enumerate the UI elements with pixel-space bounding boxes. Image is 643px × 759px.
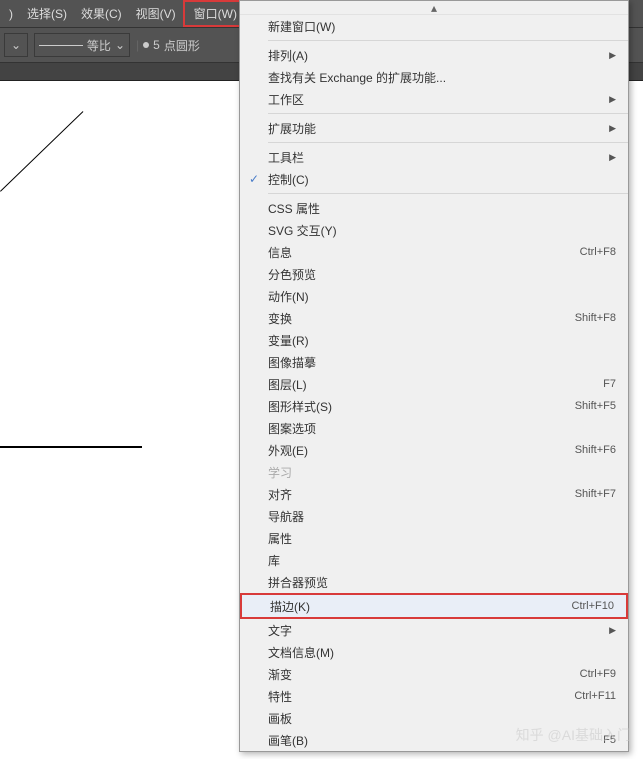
menu-item-info[interactable]: 信息Ctrl+F8 (240, 241, 628, 263)
window-dropdown-menu: ▴ 新建窗口(W) 排列(A)▶ 查找有关 Exchange 的扩展功能... … (239, 0, 629, 752)
menu-item-layers[interactable]: 图层(L)F7 (240, 373, 628, 395)
menu-item-attributes[interactable]: 属性 (240, 527, 628, 549)
menu-item-variables[interactable]: 变量(R) (240, 329, 628, 351)
menu-item-arrange[interactable]: 排列(A)▶ (240, 44, 628, 66)
menu-item-control[interactable]: ✓控制(C) (240, 168, 628, 190)
menu-item-svg-interact[interactable]: SVG 交互(Y) (240, 219, 628, 241)
menubar-item-select[interactable]: 选择(S) (20, 1, 74, 26)
brush-preset[interactable]: | 5 点圆形 (136, 37, 200, 54)
menu-item-new-window[interactable]: 新建窗口(W) (240, 15, 628, 37)
menu-item-exchange[interactable]: 查找有关 Exchange 的扩展功能... (240, 66, 628, 88)
menu-item-flattener[interactable]: 拼合器预览 (240, 571, 628, 593)
menu-item-magic-wand[interactable]: 特性Ctrl+F11 (240, 685, 628, 707)
menu-separator (268, 40, 628, 41)
horizontal-path[interactable] (0, 446, 142, 448)
menu-separator (268, 113, 628, 114)
menu-item-libraries[interactable]: 库 (240, 549, 628, 571)
menu-item-appearance[interactable]: 外观(E)Shift+F6 (240, 439, 628, 461)
submenu-arrow-icon: ▶ (604, 94, 616, 105)
divider: | (136, 38, 139, 52)
stroke-profile-dropdown[interactable]: 等比 ⌄ (34, 33, 130, 57)
menu-item-gradient[interactable]: 渐变Ctrl+F9 (240, 663, 628, 685)
menu-item-toolbar[interactable]: 工具栏▶ (240, 146, 628, 168)
menu-item-workspace[interactable]: 工作区▶ (240, 88, 628, 110)
menu-item-navigator[interactable]: 导航器 (240, 505, 628, 527)
menu-item-doc-info[interactable]: 文档信息(M) (240, 641, 628, 663)
menu-item-image-trace[interactable]: 图像描摹 (240, 351, 628, 373)
menu-separator (268, 193, 628, 194)
toolbar-dropdown-1[interactable]: ⌄ (4, 33, 28, 57)
menu-scroll-up[interactable]: ▴ (240, 1, 628, 15)
menu-separator (268, 142, 628, 143)
menu-item-sep-preview[interactable]: 分色预览 (240, 263, 628, 285)
chevron-down-icon: ⌄ (11, 38, 21, 52)
submenu-arrow-icon: ▶ (604, 123, 616, 134)
menubar-item-view[interactable]: 视图(V) (129, 1, 183, 26)
menu-item-type[interactable]: 文字▶ (240, 619, 628, 641)
stroke-ratio-label: 等比 (87, 37, 111, 54)
menu-item-transform[interactable]: 变换Shift+F8 (240, 307, 628, 329)
menu-item-extensions[interactable]: 扩展功能▶ (240, 117, 628, 139)
check-icon: ✓ (240, 172, 268, 186)
triangle-up-icon: ▴ (431, 1, 437, 15)
menu-item-align[interactable]: 对齐Shift+F7 (240, 483, 628, 505)
menubar-item-partial[interactable]: ) (2, 3, 20, 25)
submenu-arrow-icon: ▶ (604, 625, 616, 636)
dot-icon (143, 42, 149, 48)
watermark: 知乎 @AI基础入门 (516, 725, 631, 745)
diagonal-path[interactable] (0, 113, 84, 193)
pt-value: 5 (153, 38, 160, 52)
menu-item-pattern-opts[interactable]: 图案选项 (240, 417, 628, 439)
stroke-line-icon (39, 45, 83, 46)
menu-item-css-props[interactable]: CSS 属性 (240, 197, 628, 219)
menubar-item-effect[interactable]: 效果(C) (74, 1, 129, 26)
menu-item-graphic-styles[interactable]: 图形样式(S)Shift+F5 (240, 395, 628, 417)
menu-item-actions[interactable]: 动作(N) (240, 285, 628, 307)
chevron-down-icon: ⌄ (115, 38, 125, 52)
pt-label: 点圆形 (164, 37, 200, 54)
submenu-arrow-icon: ▶ (604, 50, 616, 61)
menu-item-learn: 学习 (240, 461, 628, 483)
menu-item-stroke[interactable]: 描边(K)Ctrl+F10 (240, 593, 628, 619)
submenu-arrow-icon: ▶ (604, 152, 616, 163)
